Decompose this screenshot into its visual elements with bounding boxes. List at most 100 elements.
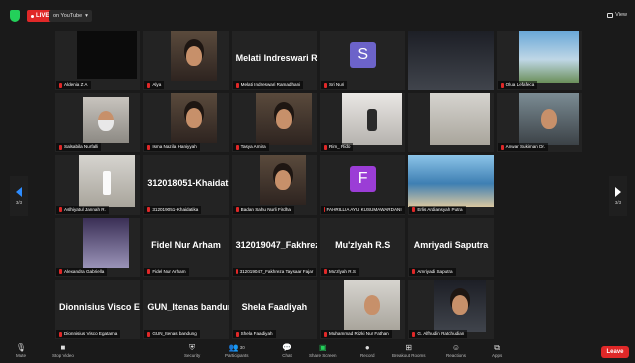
participant-name-bar: Sri Nuri [321,81,348,90]
reactions-button[interactable]: ☺ Reactions [446,343,466,358]
record-icon: ● [364,343,370,352]
mic-muted-icon [147,82,151,88]
avatar-initial: F [357,170,368,188]
participant-name: Amriyadi Saputra [417,268,453,274]
figure [103,170,111,195]
participant-video [344,279,400,330]
mic-muted-icon [147,207,151,213]
chat-button[interactable]: 💬 Chat [282,343,292,358]
participant-tile[interactable]: Melati Indreswari Ram... Melati Indreswa… [231,31,317,91]
participant-name-bar: Amriyadi Saputra [409,267,456,276]
top-bar: LIVE on YouTube ▾ View [0,0,635,30]
share-screen-icon: ▣ [318,343,327,352]
shield-icon[interactable] [10,10,20,22]
participant-name-bar: Badan Sahu Nurli Firdha [232,205,294,214]
participant-name-bar: Erlis Ardiansyah Putra [409,205,466,214]
participant-name: GUN_Itenas bandung [152,331,197,336]
participant-tile[interactable]: Aslhiyatul Jannah R. [55,155,141,215]
participant-name-bar: Tasya Amira [232,143,269,152]
participant-tile[interactable]: F FAHRILLIA AYU KUSUMAWARDANI [320,155,406,215]
participant-name: Rim_ Rido [329,144,351,150]
reactions-smiley-icon: ☺ [451,343,461,352]
previous-page-button[interactable]: 3/3 [10,176,28,216]
meeting-toolbar: 🎙 Mute ■ Stop Video ⛨ Security 👥 30 Parti… [0,341,635,363]
empty-tile [496,217,582,277]
participant-tile[interactable]: Amriyadi Saputra Amriyadi Saputra [408,217,494,277]
view-button[interactable]: View [607,12,627,18]
participants-count: 30 [239,345,245,350]
participant-tile[interactable]: Alya [143,31,229,91]
participant-display-name: Shela Faadiyah [241,302,308,313]
participant-tile[interactable]: 312019047_Fakhreza... 312019047_Fakhreza… [231,217,317,277]
participant-tile[interactable]: Dionnisius Visco Egat... Dionnisius Visc… [55,279,141,339]
share-screen-button[interactable]: ▣ Share Screen [309,343,337,358]
participant-tile[interactable]: Aldenia Z A [55,31,141,91]
participant-avatar: S [349,41,376,68]
face [275,108,292,129]
next-page-button[interactable]: 3/3 [609,176,627,216]
mic-muted-icon [147,269,151,275]
chat-bubble-icon: 💬 [282,343,292,352]
security-button[interactable]: ⛨ Security [184,343,200,358]
mic-muted-icon [235,82,239,88]
participant-display-name: Melati Indreswari Ram... [235,53,317,64]
participant-tile[interactable]: Fidel Nur Arham Fidel Nur Arham [143,217,229,277]
participant-name: Aldenia Z A [64,82,88,88]
record-label: Record [360,353,375,358]
avatar-initial: S [357,45,368,63]
participants-button[interactable]: 👥 30 Participants [225,343,249,358]
participant-tile[interactable]: Badan Sahu Nurli Firdha [231,155,317,215]
participant-name-bar: Muhammad Rizki Nur Fathan [321,330,392,338]
participant-tile[interactable]: 312018051-Khaidatika 312019051-Khaidatik… [143,155,229,215]
participant-name-bar: Alya [144,81,165,90]
participant-display-name: 312018051-Khaidatika [147,177,229,188]
arrow-right-icon [615,187,621,197]
participant-tile[interactable]: Salsabila Nurfalli [55,93,141,153]
participant-tile[interactable]: Tasya Amira [231,93,317,153]
participant-tile[interactable]: Isma Nazila Haniyyah [143,93,229,153]
participant-tile[interactable]: Erlis Ardiansyah Putra [408,155,494,215]
face [186,46,203,66]
participant-name: Olua Lefafeca [505,82,535,88]
participant-tile[interactable]: G. Alfhudin Ratchudian [408,279,494,339]
participant-name: Aslhiyatul Jannah R. [64,206,106,212]
record-button[interactable]: ● Record [360,343,375,358]
chat-label: Chat [282,353,292,358]
mic-muted-icon [235,144,239,150]
participant-tile[interactable]: Mu'zlyah R.S Mu'zlyah R.S [320,217,406,277]
participant-tile[interactable]: Olua Lefafeca [496,31,582,91]
participant-tile[interactable]: Rim_ Rido [320,93,406,153]
participant-name: 312019051-Khaidatika [152,206,199,212]
face [274,170,291,191]
participant-tile[interactable] [408,31,494,91]
participant-name-bar: G. Alfhudin Ratchudian [409,330,468,338]
microphone-icon: 🎙 [15,343,27,352]
participant-video [259,155,306,206]
apps-button[interactable]: ⧉ Apps [492,343,502,358]
participant-avatar: F [349,166,376,193]
participant-tile[interactable]: Alexandra Gabriella [55,217,141,277]
participant-tile[interactable]: Shela Faadiyah Shela Faadiyah [231,279,317,339]
stop-video-button[interactable]: ■ Stop Video [52,343,74,358]
breakout-rooms-button[interactable]: ⊞ Breakout Rooms [392,343,426,358]
leave-button[interactable]: Leave [601,346,629,358]
participants-label: Participants [225,353,249,358]
participant-tile[interactable]: S Sri Nuri [320,31,406,91]
participant-name-bar: Fidel Nur Arham [144,267,189,276]
figure [367,108,377,131]
reactions-label: Reactions [446,353,467,358]
participant-video [408,31,494,91]
participant-tile[interactable]: Anwar Sukiman Dr. [496,93,582,153]
participant-tile[interactable] [408,93,494,153]
mic-muted-icon [59,207,62,213]
mic-muted-icon [235,331,239,337]
participant-name: Alya [152,82,162,88]
participant-tile[interactable]: GUN_Itenas bandung GUN_Itenas bandung [143,279,229,339]
participant-name-bar: Aldenia Z A [56,81,91,90]
participant-tile[interactable]: Muhammad Rizki Nur Fathan [320,279,406,339]
mic-muted-icon [59,144,62,150]
participant-video [518,93,579,146]
participant-video [408,155,494,208]
live-target-dropdown[interactable]: on YouTube ▾ [49,10,92,22]
mute-button[interactable]: 🎙 Mute [16,343,26,358]
